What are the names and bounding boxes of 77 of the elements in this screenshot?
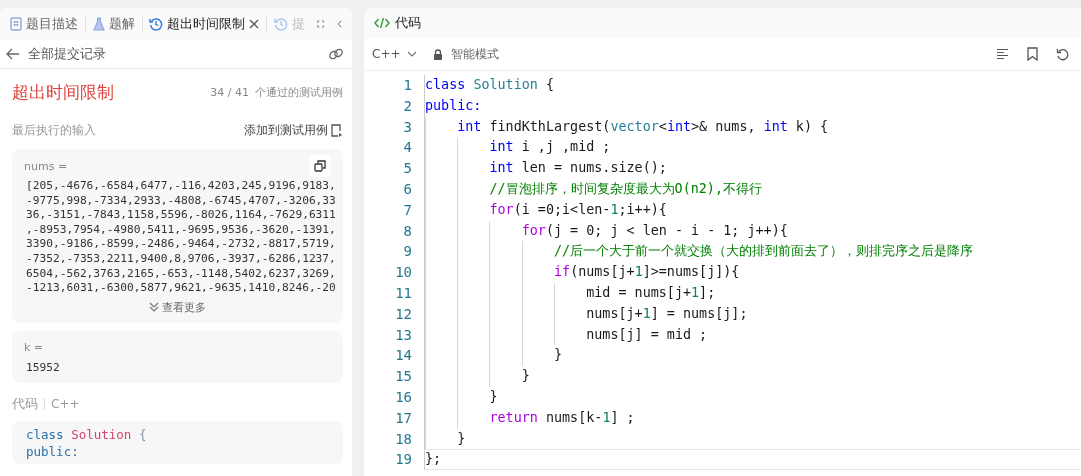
code-line: }; [424, 449, 1081, 471]
line-number: 9 [402, 242, 413, 262]
line-number: 16 [394, 387, 413, 407]
format-icon[interactable] [996, 48, 1009, 60]
code-line: nums[j+1] = nums[j]; [424, 303, 1081, 325]
result-status: 超出时间限制 [12, 80, 114, 104]
code-line: public: [26, 443, 80, 461]
language-dropdown[interactable]: C++ [372, 47, 417, 61]
code-line: int findKthLargest(vector<int>& nums, int k) { [424, 116, 1081, 138]
code-line: } [424, 428, 1081, 450]
code-line: class Solution { [26, 426, 148, 444]
back-arrow-icon[interactable] [6, 48, 20, 60]
panel-title: 代码 [395, 14, 421, 32]
document-icon [10, 17, 22, 31]
code-line: int i ,j ,mid ; [424, 137, 1081, 159]
line-number: 2 [402, 96, 413, 116]
show-more-button[interactable]: 查看更多 [149, 299, 206, 315]
copy-icon [314, 160, 326, 172]
line-number: 10 [394, 263, 413, 283]
code-line: int len = nums.size(); [424, 158, 1081, 179]
add-file-icon [331, 123, 343, 137]
code-line: for(j = 0; j < len - i - 1; j++){ [424, 220, 1081, 242]
code-line: mid = nums[j+1]; [424, 282, 1081, 304]
line-number: 1 [402, 76, 413, 95]
code-icon [374, 17, 390, 29]
tab[interactable]: 超出时间限制 [147, 15, 262, 33]
passed-label: 个通过的测试用例 [255, 84, 343, 100]
double-chevron-icon [149, 302, 159, 313]
code-line: for(i =0;i<len-1;i++){ [424, 199, 1081, 221]
line-number: 4 [402, 138, 413, 158]
code-line: nums[j] = mid ; [424, 324, 1081, 346]
code-line: return nums[k-1] ; [424, 407, 1081, 429]
code-label: 代码 [12, 395, 38, 414]
bookmark-icon[interactable] [1027, 47, 1038, 61]
code-line: public: [424, 95, 1081, 117]
section-label: 最后执行的输入 [12, 121, 96, 139]
line-number: 17 [394, 408, 413, 428]
line-number: 13 [394, 325, 413, 345]
flask-icon [92, 17, 105, 31]
collapse-icon[interactable] [337, 18, 342, 30]
tab[interactable]: 题解 [90, 15, 137, 33]
back-link[interactable]: 全部提交记录 [28, 45, 106, 63]
line-number: 14 [394, 346, 413, 366]
close-icon[interactable] [249, 19, 260, 29]
line-number: 12 [394, 304, 413, 324]
line-number: 15 [394, 367, 413, 387]
fullscreen-icon[interactable] [316, 18, 325, 30]
passed-count: 34 / 41 [210, 85, 249, 99]
code-line: } [424, 345, 1081, 367]
line-number: 3 [402, 117, 413, 137]
lock-icon [432, 48, 443, 60]
language-label: C++ [51, 397, 80, 412]
history-icon [273, 17, 288, 31]
line-number: 6 [402, 180, 413, 199]
line-number: 5 [402, 159, 413, 179]
line-number: 18 [394, 429, 413, 449]
line-number: 8 [402, 221, 413, 241]
undo-icon[interactable] [1056, 47, 1069, 61]
code-line: class Solution { [424, 75, 1081, 96]
code-line: } [424, 366, 1081, 387]
tab[interactable]: 题目描述 [8, 15, 80, 33]
line-number: 7 [402, 200, 413, 220]
code-line: //后一个大于前一个就交换（大的排到前面去了），则排完序之后是降序 [424, 241, 1081, 263]
chevron-down-icon [406, 51, 417, 57]
mode-label: 智能模式 [450, 45, 499, 63]
code-line: if(nums[j+1]>=nums[j]){ [424, 262, 1081, 283]
add-testcase-button[interactable]: 添加到测试用例 [244, 121, 343, 139]
line-number: 19 [394, 450, 413, 470]
code-line: //冒泡排序，时间复杂度最大为O(n2),不得行 [424, 179, 1081, 200]
code-line: } [424, 386, 1081, 408]
input-value: 15952 [25, 360, 61, 376]
variable-label: nums = [24, 159, 68, 173]
line-number: 11 [394, 283, 413, 303]
history-icon [149, 17, 164, 31]
variable-label: k = [24, 341, 44, 355]
link-icon[interactable] [328, 47, 344, 61]
copy-button[interactable] [309, 155, 331, 177]
